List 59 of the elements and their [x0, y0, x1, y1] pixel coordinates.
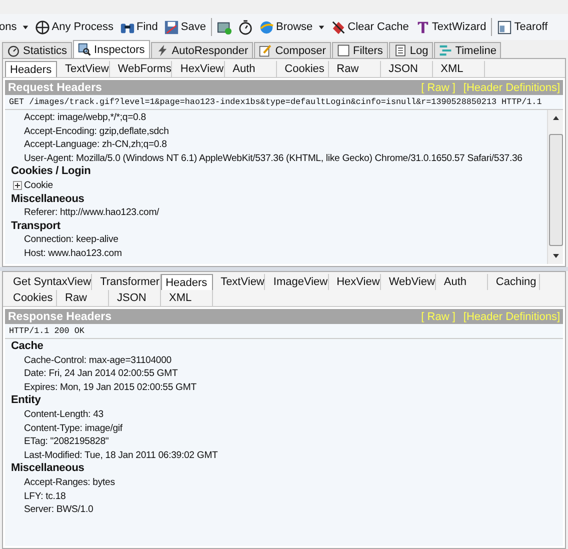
group-heading: Cache	[11, 340, 44, 354]
group-heading: Miscellaneous	[11, 192, 86, 206]
header-entry: Expires: Mon, 19 Jan 2015 02:00:55 GMT	[24, 380, 196, 394]
header-entry: Date: Fri, 24 Jan 2014 02:00:55 GMT	[24, 367, 178, 381]
inspector-tab[interactable]: Headers	[160, 274, 213, 290]
scroll-thumb[interactable]	[548, 134, 562, 246]
group-heading: Miscellaneous	[11, 462, 86, 476]
header-entry: ETag: "2082195828"	[24, 435, 109, 449]
inspector-tab[interactable]: Headers	[5, 61, 57, 77]
header-entry: LFY: tc.18	[24, 490, 66, 504]
header-entry: Content-Type: image/gif	[24, 422, 122, 436]
toolbar-button[interactable]	[236, 20, 254, 34]
header-entry: Accept-Ranges: bytes	[24, 476, 115, 490]
globe-icon	[258, 20, 274, 34]
header-entry: Content-Length: 43	[24, 408, 104, 422]
header-entry: Cookie	[24, 178, 53, 193]
eraser-icon	[330, 20, 346, 34]
main-tab[interactable]: Inspectors	[73, 40, 150, 58]
header-entry: Cache-Control: max-age=31104000	[24, 354, 172, 368]
header-entry: Accept-Language: zh-CN,zh;q=0.8	[24, 138, 167, 152]
stopwatch-icon	[7, 44, 20, 57]
toolbar-button[interactable]: Clear Cache	[330, 20, 410, 34]
toolbar-button[interactable]: Find	[118, 20, 159, 34]
checkbox-icon	[336, 44, 350, 57]
section-title: Response Headers	[8, 310, 112, 322]
section-title: Request Headers	[8, 82, 102, 94]
crosshair-icon	[34, 20, 50, 34]
header-entry: Server: BWS/1.0	[24, 503, 94, 517]
main-tab[interactable]: Statistics	[2, 42, 72, 58]
document-icon	[394, 44, 407, 57]
timer-icon	[238, 20, 253, 34]
header-entry: Referer: http://www.hao123.com/	[24, 206, 160, 220]
scrollbar[interactable]	[547, 110, 563, 264]
main-tab[interactable]: Filters	[332, 42, 388, 58]
main-tab[interactable]: Composer	[254, 42, 331, 58]
toolbar-button[interactable]: TextWizard	[414, 20, 488, 34]
main-tab[interactable]: AutoResponder	[150, 42, 254, 58]
toolbar-button[interactable]: Tearoff	[496, 20, 549, 34]
timeline-icon	[439, 44, 452, 57]
group-heading: Entity	[11, 394, 42, 408]
main-tab[interactable]: Timeline	[434, 42, 502, 58]
window-icon	[497, 20, 512, 34]
scroll-down-icon[interactable]	[552, 252, 560, 260]
expand-icon[interactable]	[13, 181, 22, 190]
group-heading: Transport	[11, 220, 62, 234]
header-entry: Accept: image/webp,*/*;q=0.8	[24, 111, 146, 125]
header-entry: User-Agent: Mozilla/5.0 (Windows NT 6.1) AppleWebKit/537.36 (KHTML, like Gecko) Chrome/31.0.1650.57 Safari/537.36	[24, 152, 522, 166]
toolbar-button[interactable]: Save	[162, 20, 207, 34]
group-heading: Cookies / Login	[11, 165, 92, 179]
header-entry: Connection: keep-alive	[24, 233, 118, 247]
magnifier-icon	[78, 43, 92, 56]
main-tab[interactable]: Log	[388, 42, 434, 58]
save-icon	[164, 20, 179, 34]
toolbar-button[interactable]: Any Process	[34, 20, 114, 34]
toolbar-button[interactable]: Browse	[258, 20, 326, 34]
header-entry: Last-Modified: Tue, 18 Jan 2011 06:39:02 GMT	[24, 448, 218, 462]
header-entry: Host: www.hao123.com	[24, 246, 122, 261]
scroll-up-icon[interactable]	[552, 114, 560, 122]
header-entry: Accept-Encoding: gzip,deflate,sdch	[24, 124, 169, 138]
